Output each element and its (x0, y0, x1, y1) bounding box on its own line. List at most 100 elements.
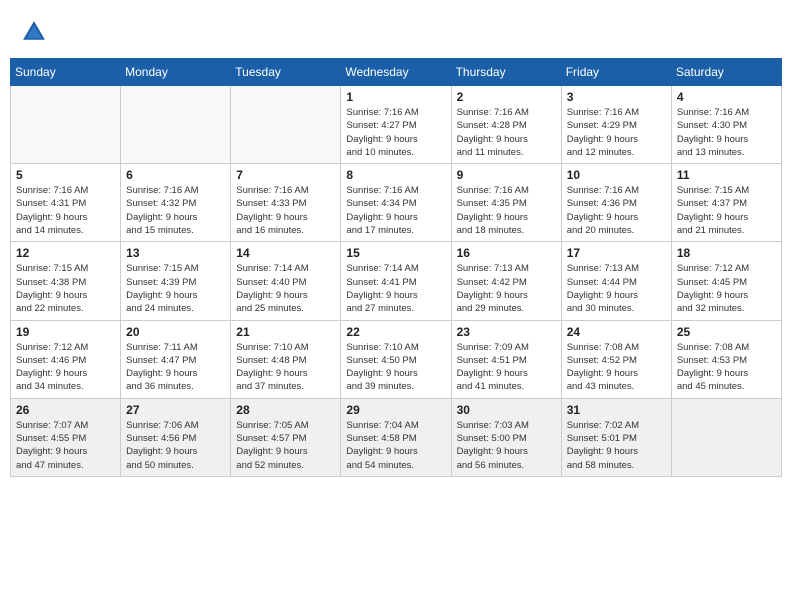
calendar-cell: 21Sunrise: 7:10 AM Sunset: 4:48 PM Dayli… (231, 320, 341, 398)
calendar-week-row: 1 Sunrise: 7:16 AM Sunset: 4:27 PM Daylig… (11, 86, 782, 164)
page-header (10, 10, 782, 58)
day-info: Sunrise: 7:16 AM Sunset: 4:32 PM Dayligh… (126, 184, 225, 237)
day-number: 4 (677, 90, 776, 104)
calendar-cell: 28 Sunrise: 7:05 AM Sunset: 4:57 PM Dayli… (231, 398, 341, 476)
day-number: 15 (346, 246, 445, 260)
calendar-cell: 17Sunrise: 7:13 AM Sunset: 4:44 PM Dayli… (561, 242, 671, 320)
day-number: 13 (126, 246, 225, 260)
day-number: 12 (16, 246, 115, 260)
day-number: 20 (126, 325, 225, 339)
day-number: 22 (346, 325, 445, 339)
calendar-cell: 13 Sunrise: 7:15 AM Sunset: 4:39 PM Dayli… (121, 242, 231, 320)
day-number: 19 (16, 325, 115, 339)
calendar-cell: 2 Sunrise: 7:16 AM Sunset: 4:28 PM Daylig… (451, 86, 561, 164)
day-info: Sunrise: 7:07 AM Sunset: 4:55 PM Dayligh… (16, 419, 115, 472)
logo (20, 18, 52, 46)
calendar-cell: 31 Sunrise: 7:02 AM Sunset: 5:01 PM Dayli… (561, 398, 671, 476)
day-info: Sunrise: 7:08 AM Sunset: 4:52 PM Dayligh… (567, 341, 666, 394)
calendar-cell: 22Sunrise: 7:10 AM Sunset: 4:50 PM Dayli… (341, 320, 451, 398)
calendar-week-row: 12 Sunrise: 7:15 AM Sunset: 4:38 PM Dayli… (11, 242, 782, 320)
day-number: 9 (457, 168, 556, 182)
calendar-table: SundayMondayTuesdayWednesdayThursdayFrid… (10, 58, 782, 477)
calendar-cell: 14 Sunrise: 7:14 AM Sunset: 4:40 PM Dayli… (231, 242, 341, 320)
calendar-cell: 15Sunrise: 7:14 AM Sunset: 4:41 PM Dayli… (341, 242, 451, 320)
day-number: 26 (16, 403, 115, 417)
day-info: Sunrise: 7:16 AM Sunset: 4:36 PM Dayligh… (567, 184, 666, 237)
day-number: 3 (567, 90, 666, 104)
calendar-week-row: 5 Sunrise: 7:16 AM Sunset: 4:31 PM Daylig… (11, 164, 782, 242)
calendar-cell: 5 Sunrise: 7:16 AM Sunset: 4:31 PM Daylig… (11, 164, 121, 242)
day-number: 2 (457, 90, 556, 104)
day-info: Sunrise: 7:16 AM Sunset: 4:33 PM Dayligh… (236, 184, 335, 237)
day-number: 28 (236, 403, 335, 417)
day-info: Sunrise: 7:08 AM Sunset: 4:53 PM Dayligh… (677, 341, 776, 394)
day-info: Sunrise: 7:16 AM Sunset: 4:35 PM Dayligh… (457, 184, 556, 237)
calendar-week-row: 26 Sunrise: 7:07 AM Sunset: 4:55 PM Dayli… (11, 398, 782, 476)
day-number: 16 (457, 246, 556, 260)
calendar-cell: 6 Sunrise: 7:16 AM Sunset: 4:32 PM Daylig… (121, 164, 231, 242)
calendar-header-row: SundayMondayTuesdayWednesdayThursdayFrid… (11, 59, 782, 86)
calendar-week-row: 19Sunrise: 7:12 AM Sunset: 4:46 PM Dayli… (11, 320, 782, 398)
day-info: Sunrise: 7:15 AM Sunset: 4:39 PM Dayligh… (126, 262, 225, 315)
day-number: 1 (346, 90, 445, 104)
calendar-cell: 24 Sunrise: 7:08 AM Sunset: 4:52 PM Dayli… (561, 320, 671, 398)
day-info: Sunrise: 7:15 AM Sunset: 4:38 PM Dayligh… (16, 262, 115, 315)
day-info: Sunrise: 7:03 AM Sunset: 5:00 PM Dayligh… (457, 419, 556, 472)
calendar-cell: 9 Sunrise: 7:16 AM Sunset: 4:35 PM Daylig… (451, 164, 561, 242)
day-number: 31 (567, 403, 666, 417)
day-info: Sunrise: 7:09 AM Sunset: 4:51 PM Dayligh… (457, 341, 556, 394)
col-header-saturday: Saturday (671, 59, 781, 86)
col-header-tuesday: Tuesday (231, 59, 341, 86)
day-info: Sunrise: 7:12 AM Sunset: 4:45 PM Dayligh… (677, 262, 776, 315)
day-number: 8 (346, 168, 445, 182)
day-info: Sunrise: 7:05 AM Sunset: 4:57 PM Dayligh… (236, 419, 335, 472)
calendar-cell: 27 Sunrise: 7:06 AM Sunset: 4:56 PM Dayli… (121, 398, 231, 476)
day-info: Sunrise: 7:16 AM Sunset: 4:34 PM Dayligh… (346, 184, 445, 237)
day-info: Sunrise: 7:16 AM Sunset: 4:31 PM Dayligh… (16, 184, 115, 237)
calendar-cell: 25 Sunrise: 7:08 AM Sunset: 4:53 PM Dayli… (671, 320, 781, 398)
calendar-cell: 20 Sunrise: 7:11 AM Sunset: 4:47 PM Dayli… (121, 320, 231, 398)
day-number: 7 (236, 168, 335, 182)
calendar-cell: 26 Sunrise: 7:07 AM Sunset: 4:55 PM Dayli… (11, 398, 121, 476)
day-info: Sunrise: 7:14 AM Sunset: 4:40 PM Dayligh… (236, 262, 335, 315)
calendar-cell: 12 Sunrise: 7:15 AM Sunset: 4:38 PM Dayli… (11, 242, 121, 320)
calendar-cell: 30 Sunrise: 7:03 AM Sunset: 5:00 PM Dayli… (451, 398, 561, 476)
calendar-cell: 16 Sunrise: 7:13 AM Sunset: 4:42 PM Dayli… (451, 242, 561, 320)
day-number: 14 (236, 246, 335, 260)
calendar-cell: 18 Sunrise: 7:12 AM Sunset: 4:45 PM Dayli… (671, 242, 781, 320)
day-info: Sunrise: 7:15 AM Sunset: 4:37 PM Dayligh… (677, 184, 776, 237)
day-number: 21 (236, 325, 335, 339)
calendar-cell (11, 86, 121, 164)
calendar-cell (121, 86, 231, 164)
day-number: 11 (677, 168, 776, 182)
day-number: 24 (567, 325, 666, 339)
day-info: Sunrise: 7:16 AM Sunset: 4:30 PM Dayligh… (677, 106, 776, 159)
day-number: 5 (16, 168, 115, 182)
day-info: Sunrise: 7:06 AM Sunset: 4:56 PM Dayligh… (126, 419, 225, 472)
col-header-friday: Friday (561, 59, 671, 86)
day-info: Sunrise: 7:16 AM Sunset: 4:27 PM Dayligh… (346, 106, 445, 159)
day-info: Sunrise: 7:13 AM Sunset: 4:42 PM Dayligh… (457, 262, 556, 315)
day-info: Sunrise: 7:02 AM Sunset: 5:01 PM Dayligh… (567, 419, 666, 472)
calendar-cell: 3Sunrise: 7:16 AM Sunset: 4:29 PM Daylig… (561, 86, 671, 164)
col-header-thursday: Thursday (451, 59, 561, 86)
calendar-cell (231, 86, 341, 164)
calendar-cell (671, 398, 781, 476)
col-header-wednesday: Wednesday (341, 59, 451, 86)
calendar-cell: 4 Sunrise: 7:16 AM Sunset: 4:30 PM Daylig… (671, 86, 781, 164)
day-number: 18 (677, 246, 776, 260)
day-number: 10 (567, 168, 666, 182)
day-number: 23 (457, 325, 556, 339)
day-number: 25 (677, 325, 776, 339)
calendar-cell: 29 Sunrise: 7:04 AM Sunset: 4:58 PM Dayli… (341, 398, 451, 476)
day-number: 6 (126, 168, 225, 182)
col-header-monday: Monday (121, 59, 231, 86)
day-info: Sunrise: 7:04 AM Sunset: 4:58 PM Dayligh… (346, 419, 445, 472)
col-header-sunday: Sunday (11, 59, 121, 86)
day-info: Sunrise: 7:16 AM Sunset: 4:28 PM Dayligh… (457, 106, 556, 159)
day-number: 29 (346, 403, 445, 417)
calendar-cell: 8 Sunrise: 7:16 AM Sunset: 4:34 PM Daylig… (341, 164, 451, 242)
day-number: 30 (457, 403, 556, 417)
day-number: 27 (126, 403, 225, 417)
day-info: Sunrise: 7:11 AM Sunset: 4:47 PM Dayligh… (126, 341, 225, 394)
